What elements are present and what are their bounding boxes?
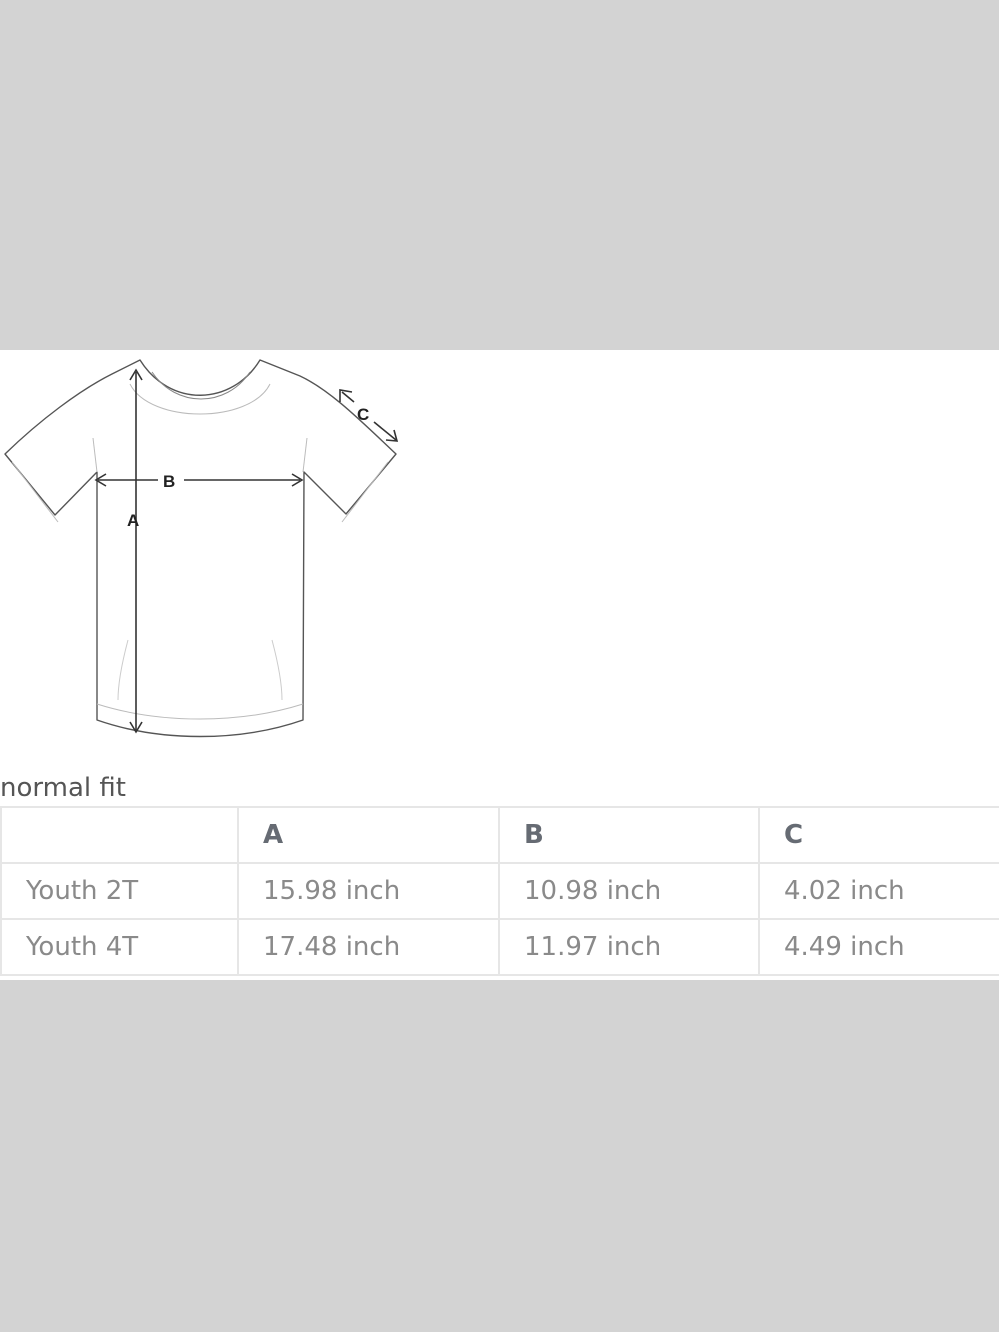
cell-b: 10.98 inch — [498, 862, 760, 920]
header-size — [0, 806, 239, 864]
measure-label-a: A — [127, 511, 139, 530]
header-a: A — [237, 806, 500, 864]
header-b: B — [498, 806, 760, 864]
cell-c: 4.02 inch — [758, 862, 999, 920]
size-table: A B C Youth 2T 15.98 inch 10.98 inch 4.0… — [0, 806, 999, 976]
cell-size: Youth 2T — [0, 862, 239, 920]
fit-label: normal fit — [0, 773, 126, 803]
table-row: Youth 2T 15.98 inch 10.98 inch 4.02 inch — [0, 862, 999, 920]
table-row: Youth 4T 17.48 inch 11.97 inch 4.49 inch — [0, 918, 999, 976]
measure-label-c: C — [357, 405, 369, 424]
tshirt-measurement-diagram: A B C — [0, 350, 410, 750]
cell-size: Youth 4T — [0, 918, 239, 976]
cell-c: 4.49 inch — [758, 918, 999, 976]
cell-b: 11.97 inch — [498, 918, 760, 976]
size-chart-panel: A B C normal fit A B C Youth 2T 15.98 in… — [0, 350, 999, 980]
header-c: C — [758, 806, 999, 864]
cell-a: 17.48 inch — [237, 918, 500, 976]
measure-label-b: B — [163, 472, 175, 491]
tshirt-outline-icon: A B C — [4, 359, 399, 738]
cell-a: 15.98 inch — [237, 862, 500, 920]
table-header-row: A B C — [0, 806, 999, 864]
